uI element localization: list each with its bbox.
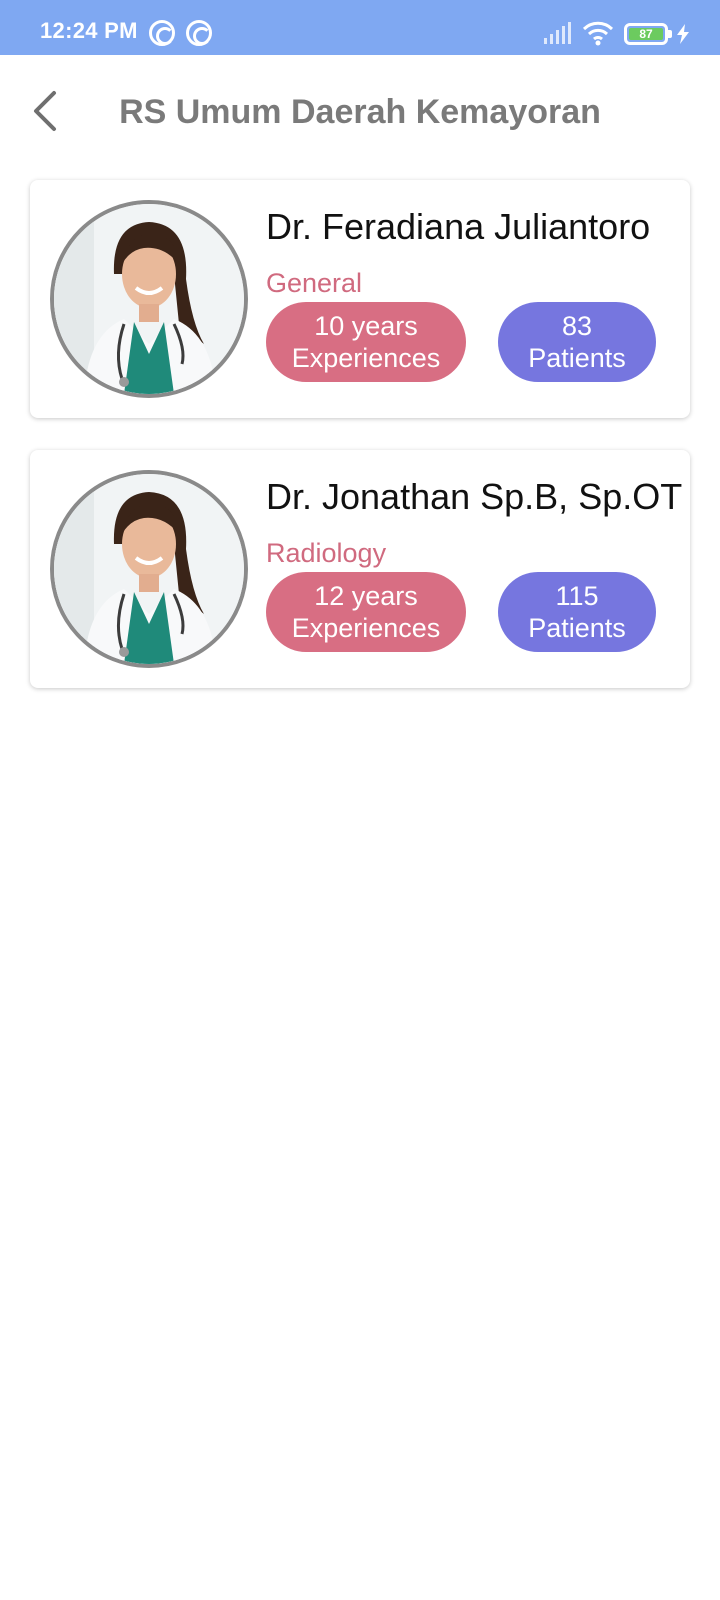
- battery-level: 87: [629, 27, 663, 41]
- experience-badge: 12 years Experiences: [266, 572, 466, 652]
- experience-years: 10 years: [314, 311, 418, 341]
- sync-icon: [149, 20, 175, 46]
- sync-icon: [186, 20, 212, 46]
- charging-icon: [677, 24, 689, 44]
- experience-years: 12 years: [314, 581, 418, 611]
- patients-badge: 115 Patients: [498, 572, 656, 652]
- doctor-name: Dr. Feradiana Juliantoro: [266, 206, 651, 247]
- experience-label: Experiences: [291, 343, 441, 373]
- battery-tip: [668, 30, 672, 38]
- patients-label: Patients: [528, 343, 626, 373]
- doctor-photo: [54, 474, 244, 664]
- battery-icon: 87: [624, 23, 668, 45]
- doctor-card[interactable]: Dr. Feradiana Juliantoro General 10 year…: [30, 180, 690, 418]
- status-time: 12:24 PM: [40, 18, 138, 43]
- app-header: RS Umum Daerah Kemayoran: [0, 55, 720, 167]
- doctor-name: Dr. Jonathan Sp.B, Sp.OT: [266, 476, 683, 517]
- wifi-icon: [582, 21, 614, 46]
- signal-icon: [544, 22, 571, 44]
- status-bar: 12:24 PM 87: [0, 0, 720, 55]
- doctor-photo: [54, 204, 244, 394]
- doctor-specialty: General: [266, 268, 363, 298]
- doctor-avatar: [50, 470, 248, 668]
- doctor-card[interactable]: Dr. Jonathan Sp.B, Sp.OT Radiology 12 ye…: [30, 450, 690, 688]
- experience-badge: 10 years Experiences: [266, 302, 466, 382]
- patients-count: 115: [555, 581, 599, 611]
- patients-count: 83: [561, 311, 593, 341]
- patients-badge: 83 Patients: [498, 302, 656, 382]
- page-title: RS Umum Daerah Kemayoran: [119, 93, 601, 131]
- doctor-avatar: [50, 200, 248, 398]
- patients-label: Patients: [528, 613, 626, 643]
- experience-label: Experiences: [291, 613, 441, 643]
- doctor-specialty: Radiology: [266, 538, 387, 568]
